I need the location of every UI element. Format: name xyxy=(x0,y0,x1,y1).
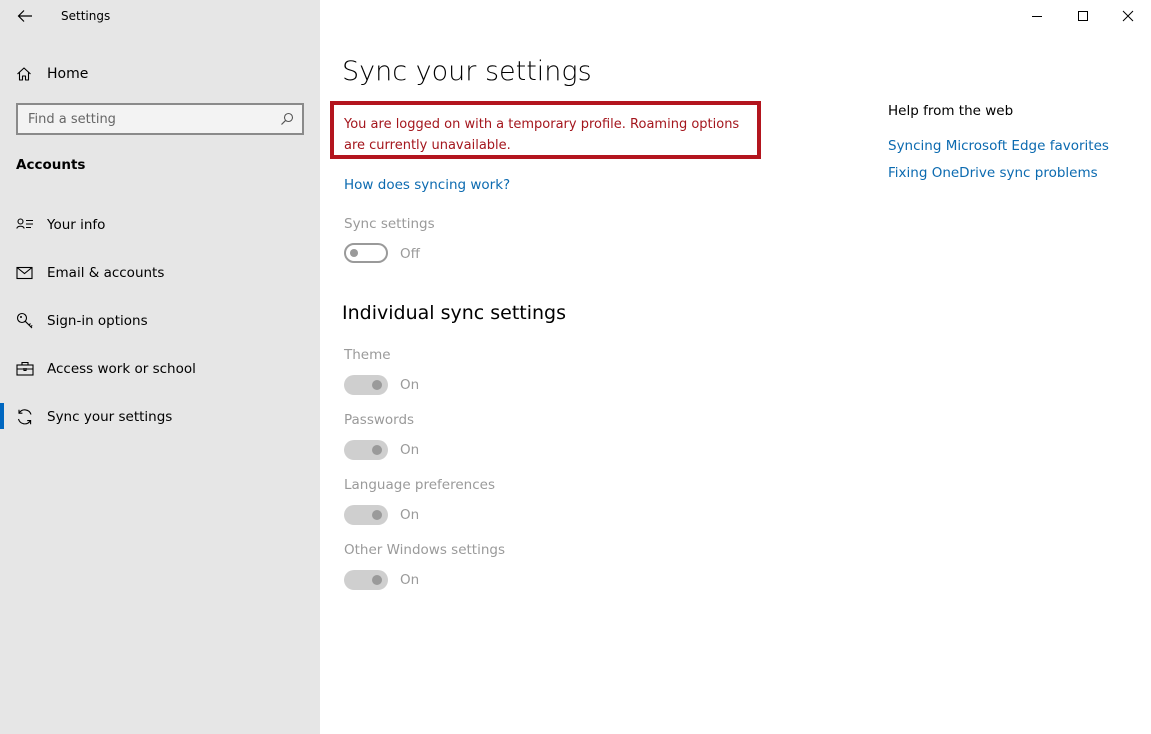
minimize-button[interactable] xyxy=(1014,0,1060,32)
section-title: Accounts xyxy=(16,157,86,173)
theme-toggle[interactable] xyxy=(344,375,388,395)
theme-label: Theme xyxy=(344,347,391,363)
toggle-knob xyxy=(372,380,382,390)
toggle-knob xyxy=(372,575,382,585)
language-preferences-toggle[interactable] xyxy=(344,505,388,525)
toggle-knob xyxy=(372,445,382,455)
back-arrow-icon xyxy=(17,10,32,22)
home-icon xyxy=(17,67,31,81)
passwords-state: On xyxy=(400,442,420,458)
sidebar-item-label: Access work or school xyxy=(47,361,196,377)
sidebar-item-sign-in-options[interactable]: Sign-in options xyxy=(0,303,320,339)
maximize-button[interactable] xyxy=(1060,0,1106,32)
toggle-knob xyxy=(372,510,382,520)
key-icon xyxy=(16,312,33,329)
app-title: Settings xyxy=(61,9,111,23)
home-nav[interactable]: Home xyxy=(16,63,88,85)
help-title: Help from the web xyxy=(888,103,1014,119)
search-box[interactable] xyxy=(16,103,304,135)
sidebar-item-access-work[interactable]: Access work or school xyxy=(0,351,320,387)
close-button[interactable] xyxy=(1105,0,1151,32)
briefcase-icon xyxy=(16,361,34,376)
sidebar-item-label: Email & accounts xyxy=(47,265,165,281)
help-link-edge-favorites[interactable]: Syncing Microsoft Edge favorites xyxy=(888,138,1109,154)
language-preferences-state: On xyxy=(400,507,420,523)
sidebar: Settings Home Accounts Your info Email &… xyxy=(0,0,320,734)
sync-settings-label: Sync settings xyxy=(344,216,435,232)
person-card-icon xyxy=(16,218,33,229)
language-preferences-label: Language preferences xyxy=(344,477,495,493)
mail-icon xyxy=(16,266,33,280)
other-windows-settings-state: On xyxy=(400,572,420,588)
passwords-label: Passwords xyxy=(344,412,415,428)
how-syncing-works-link[interactable]: How does syncing work? xyxy=(344,177,510,193)
passwords-toggle[interactable] xyxy=(344,440,388,460)
sync-settings-state: Off xyxy=(400,246,420,262)
search-input[interactable] xyxy=(28,111,280,127)
minimize-icon xyxy=(1032,16,1042,17)
sidebar-item-email-accounts[interactable]: Email & accounts xyxy=(0,255,320,291)
sidebar-item-label: Sync your settings xyxy=(47,409,173,425)
maximize-icon xyxy=(1078,11,1088,21)
back-button[interactable] xyxy=(14,6,36,26)
help-link-onedrive-sync[interactable]: Fixing OneDrive sync problems xyxy=(888,165,1098,181)
toggle-knob xyxy=(350,249,358,257)
close-icon xyxy=(1122,10,1134,22)
sidebar-item-sync-settings[interactable]: Sync your settings xyxy=(0,399,320,435)
sync-settings-toggle[interactable] xyxy=(344,243,388,263)
page-title: Sync your settings xyxy=(342,56,592,87)
temporary-profile-alert: You are logged on with a temporary profi… xyxy=(330,101,761,159)
other-windows-settings-toggle[interactable] xyxy=(344,570,388,590)
sidebar-item-label: Your info xyxy=(47,217,106,233)
sync-icon xyxy=(17,409,32,425)
theme-state: On xyxy=(400,377,420,393)
sidebar-item-your-info[interactable]: Your info xyxy=(0,207,320,243)
alert-text: You are logged on with a temporary profi… xyxy=(344,117,740,153)
home-label: Home xyxy=(47,66,89,82)
search-icon[interactable] xyxy=(280,112,294,126)
other-windows-settings-label: Other Windows settings xyxy=(344,542,506,558)
individual-sync-title: Individual sync settings xyxy=(342,302,567,324)
sidebar-item-label: Sign-in options xyxy=(47,313,148,329)
